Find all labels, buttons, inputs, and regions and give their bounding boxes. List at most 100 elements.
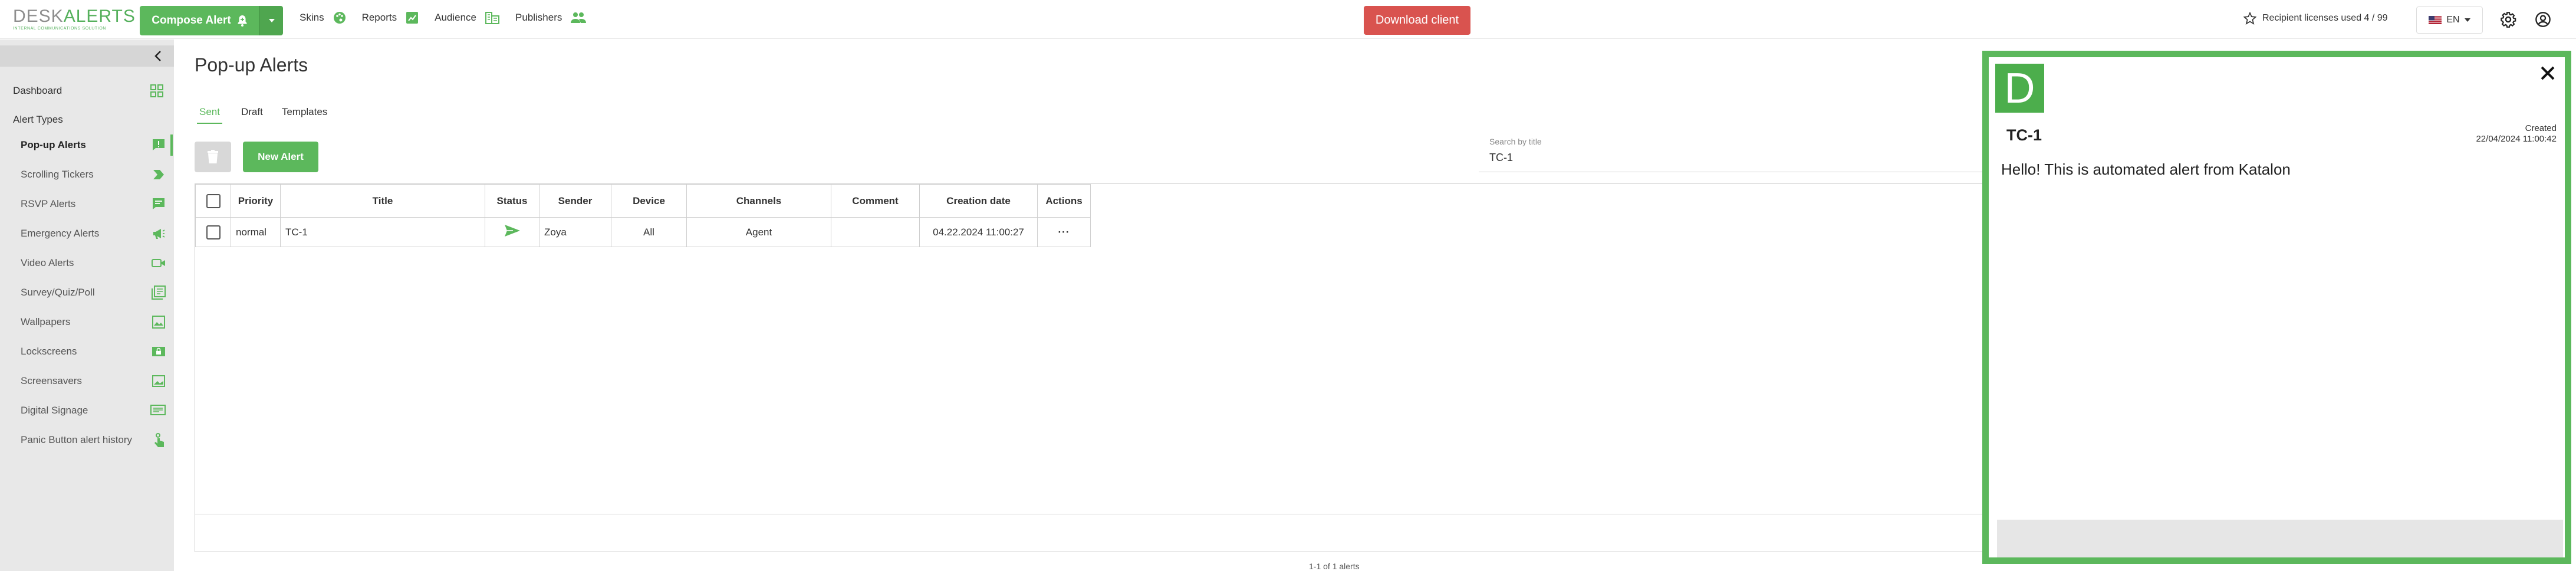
sidebar-item-label: Wallpapers — [21, 316, 71, 327]
search-label: Search by title — [1489, 137, 1542, 146]
col-comment[interactable]: Comment — [831, 184, 920, 218]
caret-down-icon — [2464, 18, 2470, 22]
sidebar-item-digital-signage[interactable]: Digital Signage — [21, 402, 166, 419]
search-by-title-field: Search by title — [1479, 136, 1986, 172]
tab-sent[interactable]: Sent — [197, 106, 222, 124]
search-input[interactable] — [1488, 149, 1972, 166]
sidebar-item-popup-alerts[interactable]: Pop-up Alerts — [21, 134, 173, 156]
rsvp-icon — [152, 197, 166, 211]
col-priority[interactable]: Priority — [231, 184, 281, 218]
delete-button[interactable] — [195, 142, 231, 172]
deskalerts-logo[interactable]: DESKALERTS INTERNAL COMMUNICATIONS SOLUT… — [13, 7, 136, 31]
sidebar-item-rsvp-alerts[interactable]: RSVP Alerts — [21, 195, 166, 213]
language-selector[interactable]: EN — [2416, 6, 2483, 34]
sidebar-item-label: Emergency Alerts — [21, 228, 100, 239]
row-checkbox[interactable] — [206, 225, 221, 239]
people-icon — [570, 11, 587, 24]
panic-hand-icon — [153, 432, 166, 448]
video-icon — [152, 257, 166, 269]
nav-reports[interactable]: Reports — [362, 11, 420, 25]
col-title[interactable]: Title — [280, 184, 485, 218]
alert-preview-popup: D TC-1 Created 22/04/2024 11:00:42 Hello… — [1982, 51, 2571, 564]
sidebar-item-label: Survey/Quiz/Poll — [21, 287, 95, 298]
compose-alert-button[interactable]: Compose Alert — [140, 6, 259, 35]
cell-priority: normal — [231, 217, 281, 247]
tab-templates[interactable]: Templates — [282, 106, 327, 124]
nav-audience-label: Audience — [435, 12, 476, 23]
compose-alert-group: Compose Alert — [140, 6, 283, 35]
sidebar-item-label: Dashboard — [13, 85, 62, 96]
sidebar-item-label: Lockscreens — [21, 346, 77, 357]
megaphone-icon — [152, 227, 166, 241]
select-all-checkbox[interactable] — [206, 193, 221, 208]
sidebar-item-dashboard[interactable]: Dashboard — [13, 82, 163, 100]
sidebar: Dashboard Alert Types Pop-up Alerts Scro… — [0, 40, 174, 571]
sidebar-item-emergency-alerts[interactable]: Emergency Alerts — [21, 225, 166, 242]
popup-title: TC-1 — [2006, 126, 2042, 144]
user-account-icon[interactable] — [2535, 11, 2551, 28]
dashboard-grid-icon — [150, 84, 163, 97]
sidebar-item-lockscreens[interactable]: Lockscreens — [21, 343, 166, 360]
new-alert-button[interactable]: New Alert — [243, 142, 318, 172]
top-bar: DESKALERTS INTERNAL COMMUNICATIONS SOLUT… — [0, 0, 2576, 39]
trash-icon — [207, 150, 219, 164]
popup-footer — [1997, 520, 2563, 557]
us-flag-icon — [2429, 16, 2442, 24]
nav-skins[interactable]: Skins — [300, 11, 347, 25]
compose-dropdown-toggle[interactable] — [259, 6, 283, 35]
cell-sender: Zoya — [539, 217, 611, 247]
row-select-cell — [195, 217, 231, 247]
sidebar-item-scrolling-tickers[interactable]: Scrolling Tickers — [21, 166, 166, 183]
tab-draft[interactable]: Draft — [241, 106, 263, 124]
sidebar-section-alert-types: Alert Types — [13, 114, 63, 125]
col-creation-date[interactable]: Creation date — [919, 184, 1038, 218]
cell-comment — [831, 217, 920, 247]
table-row[interactable]: normal TC-1 Zoya All Agent 04.22.2024 11… — [195, 217, 1091, 247]
sent-icon — [504, 224, 521, 237]
sidebar-item-survey-quiz-poll[interactable]: Survey/Quiz/Poll — [21, 284, 166, 301]
alerts-table: Priority Title Status Sender Device Chan… — [195, 183, 1987, 552]
star-icon — [2243, 12, 2256, 25]
table-header-row: Priority Title Status Sender Device Chan… — [195, 184, 1091, 218]
compose-alert-label: Compose Alert — [152, 14, 231, 27]
top-nav: Skins Reports Audience Publishers — [300, 11, 587, 25]
nav-publishers[interactable]: Publishers — [515, 11, 587, 25]
row-actions-menu[interactable]: ··· — [1037, 217, 1091, 247]
gear-icon[interactable] — [2500, 11, 2516, 28]
download-client-button[interactable]: Download client — [1364, 6, 1470, 35]
recipient-licenses[interactable]: Recipient licenses used 4 / 99 — [2243, 12, 2388, 25]
popup-created-label: Created — [2525, 123, 2557, 133]
popup-alert-icon — [152, 138, 166, 152]
popup-body-text: Hello! This is automated alert from Kata… — [2001, 160, 2291, 178]
chevron-left-icon[interactable] — [154, 50, 162, 62]
cell-device: All — [611, 217, 687, 247]
survey-icon — [152, 286, 166, 300]
sidebar-collapse-bar[interactable] — [0, 45, 174, 67]
sidebar-item-label: Screensavers — [21, 375, 82, 386]
col-device[interactable]: Device — [611, 184, 687, 218]
nav-reports-label: Reports — [361, 12, 397, 23]
col-status[interactable]: Status — [485, 184, 539, 218]
sidebar-item-screensavers[interactable]: Screensavers — [21, 372, 166, 390]
close-icon[interactable] — [2540, 65, 2555, 81]
language-label: EN — [2446, 15, 2460, 25]
col-sender[interactable]: Sender — [539, 184, 611, 218]
popup-logo: D — [1995, 64, 2044, 113]
sidebar-item-label: Scrolling Tickers — [21, 169, 94, 180]
cell-title[interactable]: TC-1 — [280, 217, 485, 247]
signage-icon — [150, 404, 166, 417]
cell-channels: Agent — [686, 217, 831, 247]
sidebar-item-wallpapers[interactable]: Wallpapers — [21, 313, 166, 331]
popup-created-date: 22/04/2024 11:00:42 — [2476, 134, 2557, 144]
pager-text: 1-1 of 1 alerts — [1309, 562, 1360, 571]
lockscreen-icon — [152, 346, 166, 357]
palette-icon — [333, 11, 347, 25]
sidebar-item-video-alerts[interactable]: Video Alerts — [21, 254, 166, 272]
nav-audience[interactable]: Audience — [435, 11, 500, 25]
sidebar-item-panic-button-history[interactable]: Panic Button alert history — [21, 431, 166, 449]
wallpaper-icon — [152, 315, 166, 329]
sidebar-item-label: Digital Signage — [21, 405, 88, 416]
caret-down-icon — [268, 18, 275, 23]
sidebar-item-label: Pop-up Alerts — [21, 139, 86, 150]
col-channels[interactable]: Channels — [686, 184, 831, 218]
